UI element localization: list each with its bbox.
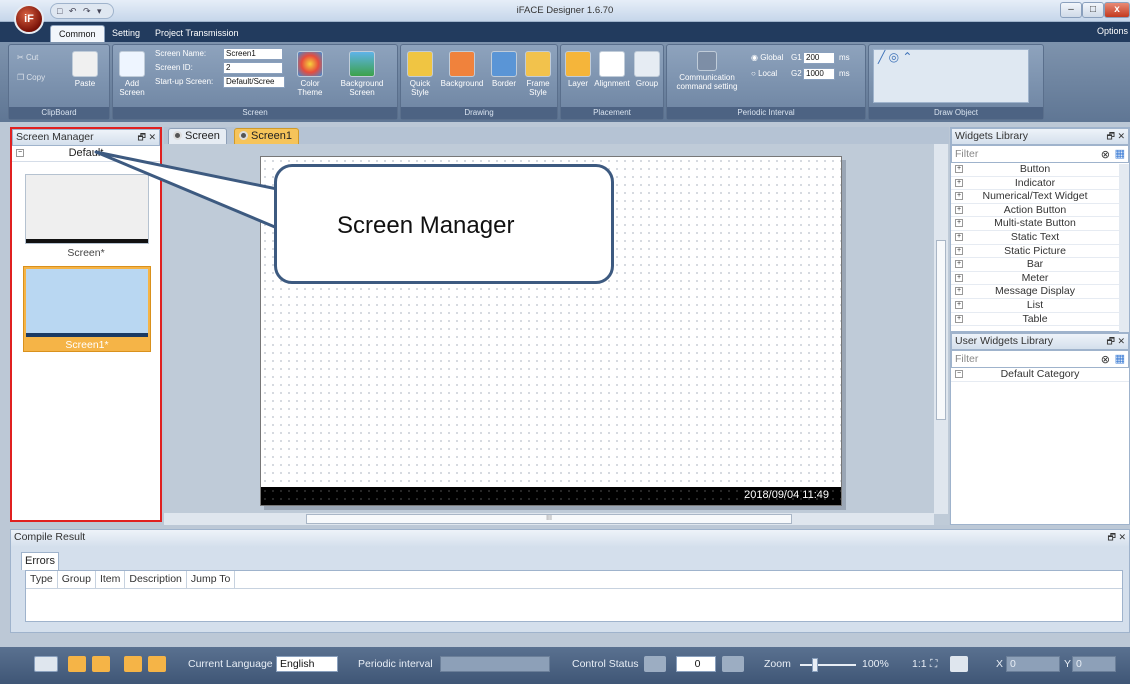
screen-manager-callout: Screen Manager	[274, 164, 614, 284]
app-window: □ ↶ ↷ ▾ iFACE Designer 1.6.70 – □ x iF C…	[0, 0, 1130, 684]
app-logo-icon[interactable]: iF	[14, 4, 44, 34]
callout-text: Screen Manager	[337, 212, 515, 239]
callout-pointer	[94, 150, 284, 232]
